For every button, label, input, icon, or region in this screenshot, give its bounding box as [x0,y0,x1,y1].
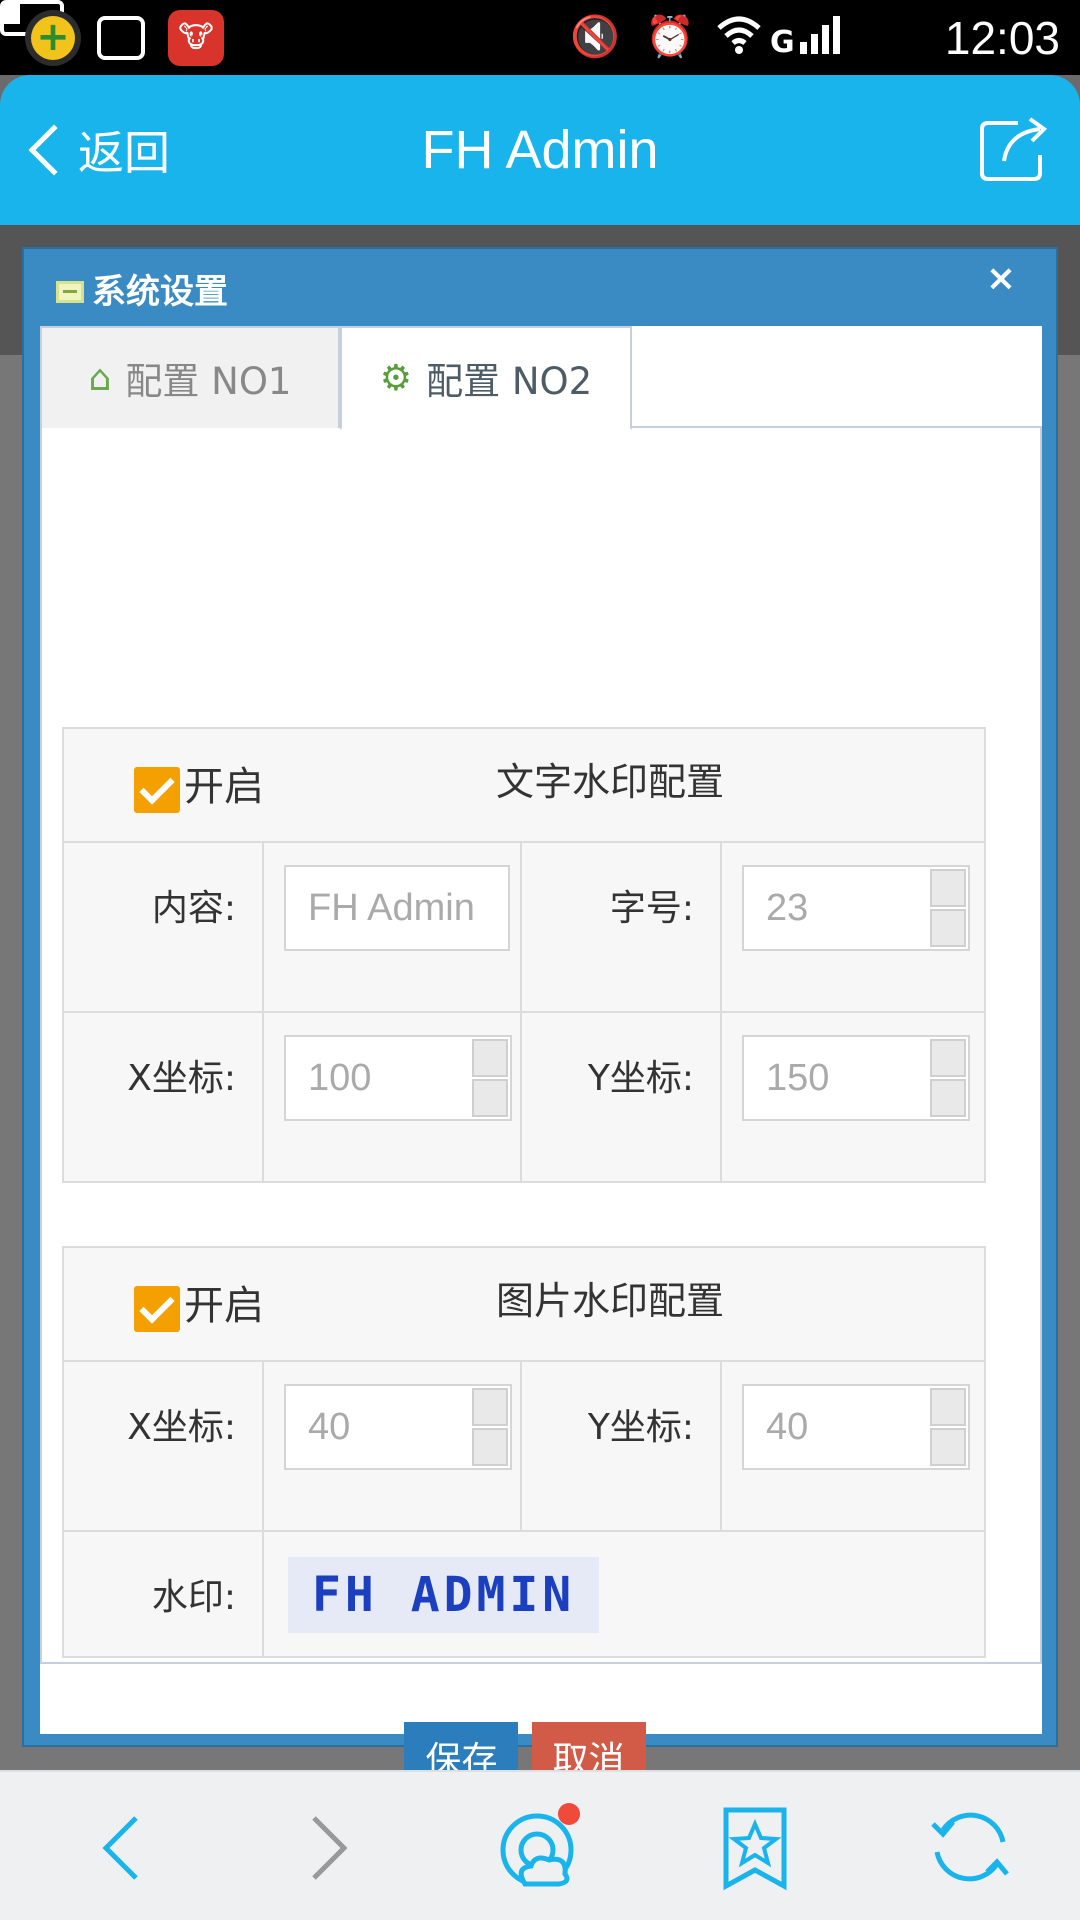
nav-forward-button[interactable] [280,1802,370,1892]
home-icon: ⌂ [88,357,112,399]
spinner [472,1039,508,1117]
nav-back-button[interactable] [80,1802,170,1892]
gallery-icon [97,16,145,60]
tab-bar: ⌂ 配置 NO1 ⚙ 配置 NO2 [40,326,1042,430]
app-360-icon [25,10,81,66]
watermark-cell: FH ADMIN [262,1530,986,1658]
content-cell: FH Admin [262,841,522,1013]
y-label: Y坐标: [520,1360,722,1532]
decrement-button[interactable] [930,1079,966,1117]
mute-icon: 🔇 [570,14,620,60]
nav-bookmark-button[interactable] [710,1802,800,1892]
increment-button[interactable] [472,1039,508,1077]
chevron-right-icon [312,1816,348,1880]
share-button[interactable] [978,115,1050,183]
decrement-button[interactable] [472,1079,508,1117]
y-cell: 150 [720,1011,986,1183]
app-header: 返回 FH Admin [0,75,1080,225]
increment-button[interactable] [472,1388,508,1426]
font-size-cell: 23 [720,841,986,1013]
increment-button[interactable] [930,869,966,907]
increment-button[interactable] [930,1388,966,1426]
y-value: 40 [766,1406,809,1448]
refresh-icon [931,1812,1009,1882]
increment-button[interactable] [930,1039,966,1077]
font-size-input[interactable]: 23 [742,865,970,951]
spinner [930,1039,966,1117]
tab-label: 配置 NO2 [426,360,593,403]
decrement-button[interactable] [930,909,966,947]
watermark-preview-image: FH ADMIN [288,1557,600,1633]
x-label: X坐标: [62,1011,264,1183]
svg-text:G: G [770,25,795,56]
decrement-button[interactable] [930,1428,966,1466]
tab-label: 配置 NO1 [125,360,292,403]
nav-home-button[interactable] [495,1802,585,1892]
bottom-nav-bar [0,1770,1080,1920]
settings-dialog: 系统设置 × ⌂ 配置 NO1 ⚙ 配置 NO2 开启 文字水印配置 内容: F… [22,247,1058,1800]
spinner [930,1388,966,1466]
x-cell: 100 [262,1011,522,1183]
y-input[interactable]: 40 [742,1384,970,1470]
x-value: 40 [308,1406,351,1448]
x-input[interactable]: 100 [284,1035,512,1121]
image-watermark-table: 开启 图片水印配置 X坐标: 40 Y坐标: 40 水印: FH ADMIN [62,1246,986,1658]
dialog-title: 系统设置 [92,272,228,312]
spinner [930,869,966,947]
cow-app-icon [168,10,224,66]
x-input[interactable]: 40 [284,1384,512,1470]
tab-config-no2[interactable]: ⚙ 配置 NO2 [340,326,632,430]
enable-label: 开启 [184,764,264,810]
bookmark-star-icon [723,1807,787,1891]
image-watermark-enable-checkbox[interactable] [134,1286,180,1332]
y-cell: 40 [720,1360,986,1532]
signal-icon: G [770,12,846,70]
wifi-icon [715,12,763,68]
y-input[interactable]: 150 [742,1035,970,1121]
nav-refresh-button[interactable] [925,1802,1015,1892]
cloud-chat-icon [500,1803,580,1887]
text-watermark-table: 开启 文字水印配置 内容: FH Admin 字号: 23 X坐标: 100 Y… [62,727,986,1183]
alarm-icon: ⏰ [645,14,695,60]
x-value: 100 [308,1057,372,1099]
tab-config-no1[interactable]: ⌂ 配置 NO1 [40,326,340,428]
page-title: FH Admin [421,120,659,180]
text-watermark-enable-checkbox[interactable] [134,767,180,813]
content-input[interactable]: FH Admin [284,865,510,951]
clock: 12:03 [944,12,1060,64]
text-watermark-header: 开启 文字水印配置 [62,727,986,843]
status-bar: 🔇 ⏰ G 12:03 [0,0,1080,75]
y-value: 150 [766,1057,830,1099]
x-cell: 40 [262,1360,522,1532]
image-watermark-header: 开启 图片水印配置 [62,1246,986,1362]
font-size-label: 字号: [520,841,722,1013]
decrement-button[interactable] [472,1428,508,1466]
section-title: 文字水印配置 [496,760,725,804]
chevron-left-icon [102,1816,138,1880]
section-title: 图片水印配置 [496,1279,725,1323]
close-button[interactable]: × [986,259,1016,299]
watermark-label: 水印: [62,1530,264,1658]
enable-label: 开启 [184,1283,264,1329]
share-icon [980,117,1048,181]
y-label: Y坐标: [520,1011,722,1183]
gear-icon: ⚙ [379,357,413,399]
spinner [472,1388,508,1466]
font-size-value: 23 [766,887,809,929]
list-icon [56,281,84,303]
x-label: X坐标: [62,1360,264,1532]
content-label: 内容: [62,841,264,1013]
